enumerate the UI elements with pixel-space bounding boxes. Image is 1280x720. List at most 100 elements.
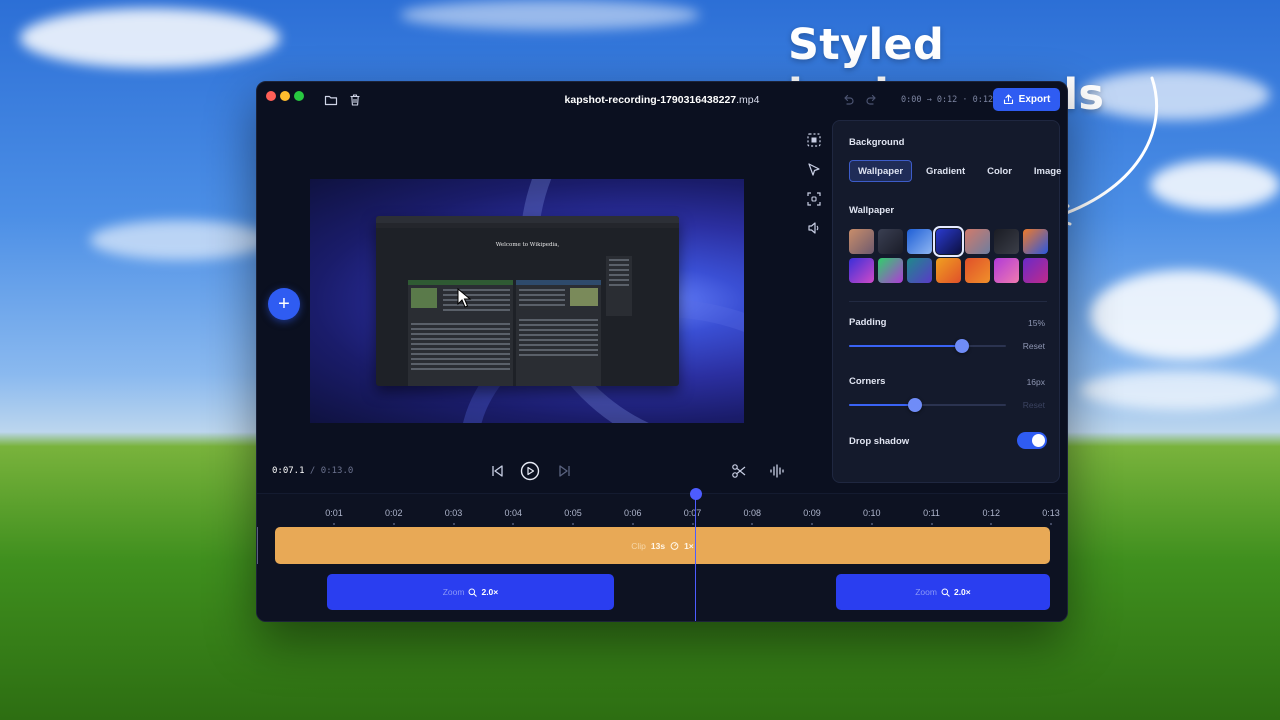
recorded-browser-address xyxy=(376,223,679,228)
wallpaper-swatch[interactable] xyxy=(907,229,932,254)
clip-duration: 13s xyxy=(650,540,666,551)
wallpaper-swatch[interactable] xyxy=(965,258,990,283)
timeline-tick-mark xyxy=(392,523,395,525)
timeline-tick-label: 0:06 xyxy=(623,508,642,518)
magnifier-icon xyxy=(468,588,478,597)
zoom-label: Zoom xyxy=(442,587,465,597)
timeline-tick-mark xyxy=(930,523,933,525)
timeline-tick-mark xyxy=(333,523,335,525)
timeline-tick-mark xyxy=(751,523,754,525)
wallpaper-swatch[interactable] xyxy=(849,258,874,283)
padding-reset-button[interactable]: Reset xyxy=(1023,341,1045,351)
playhead-line xyxy=(695,494,696,621)
zoom-value: 2.0× xyxy=(953,587,971,597)
focus-frame-icon[interactable] xyxy=(806,191,822,207)
tab-wallpaper[interactable]: Wallpaper xyxy=(849,160,913,182)
zoom-segment-1[interactable]: Zoom 2.0× xyxy=(327,574,614,610)
timeline-tick-label: 0:04 xyxy=(504,508,523,518)
title-bar: kapshot-recording-1790316438227.mp4 0:00… xyxy=(257,82,1067,118)
timeline-tick-label: 0:08 xyxy=(743,508,762,518)
skip-forward-icon[interactable] xyxy=(556,462,574,480)
wallpaper-swatch[interactable] xyxy=(878,258,903,283)
pointer-icon[interactable] xyxy=(806,162,822,178)
timeline-tick-label: 0:10 xyxy=(862,508,881,518)
drop-shadow-label: Drop shadow xyxy=(849,436,910,447)
recorded-text-block xyxy=(408,320,513,373)
corners-slider-thumb[interactable] xyxy=(907,398,922,412)
export-label: Export xyxy=(1018,94,1051,105)
magnifier-icon xyxy=(941,588,950,597)
timeline-tick-label: 0:07 xyxy=(683,508,702,518)
recorded-section-header xyxy=(408,280,513,285)
share-icon xyxy=(1003,94,1013,105)
wallpaper-swatch[interactable] xyxy=(936,258,961,283)
wallpaper-swatch[interactable] xyxy=(933,226,964,257)
clip-track[interactable]: Clip 13s 1× xyxy=(275,527,1050,564)
background-heading: Background xyxy=(849,137,905,148)
divider xyxy=(849,301,1047,302)
padding-slider[interactable] xyxy=(849,339,1006,353)
undo-icon[interactable] xyxy=(841,93,855,107)
corners-slider-fill xyxy=(849,404,915,406)
wallpaper-grid xyxy=(849,226,1048,283)
timeline-tick-label: 0:05 xyxy=(564,508,582,518)
corners-slider[interactable] xyxy=(849,398,1006,412)
export-button[interactable]: Export xyxy=(993,88,1060,111)
tab-image[interactable]: Image xyxy=(1026,160,1067,182)
app-window: kapshot-recording-1790316438227.mp4 0:00… xyxy=(256,81,1068,622)
recorded-browser-tabs xyxy=(376,216,679,223)
speed-gauge-icon xyxy=(670,542,679,550)
time-separator: / xyxy=(304,466,321,476)
timeline-tick-mark xyxy=(811,523,813,525)
tab-color[interactable]: Color xyxy=(979,160,1020,182)
video-preview: Welcome to Wikipedia, xyxy=(310,179,744,423)
timeline-tick-label: 0:03 xyxy=(444,508,463,518)
timeline-tick-mark xyxy=(512,523,515,525)
total-time: 0:13.0 xyxy=(320,466,354,476)
timeline[interactable]: 0:01 0:02 0:03 0:04 0:05 0:06 0:07 0:08 0:09 0:10… xyxy=(257,488,1067,621)
wallpaper-swatch[interactable] xyxy=(994,258,1019,283)
wallpaper-swatch[interactable] xyxy=(965,229,990,254)
wallpaper-swatch[interactable] xyxy=(994,229,1019,254)
recorded-text-block xyxy=(440,286,513,314)
clip-speed: 1× xyxy=(684,540,694,551)
corners-label: Corners xyxy=(849,376,886,387)
zoom-value: 2.0× xyxy=(481,587,499,597)
file-extension: .mp4 xyxy=(736,94,760,106)
zoom-label: Zoom xyxy=(915,587,937,597)
padding-slider-thumb[interactable] xyxy=(955,339,970,353)
padding-slider-fill xyxy=(849,345,963,347)
skip-back-icon[interactable] xyxy=(488,462,506,480)
waveform-icon[interactable] xyxy=(768,462,786,480)
add-button[interactable]: + xyxy=(268,288,300,320)
wallpaper-swatch[interactable] xyxy=(907,258,932,283)
timeline-tick-mark xyxy=(1050,523,1052,525)
redo-icon[interactable] xyxy=(865,93,879,107)
tab-gradient[interactable]: Gradient xyxy=(918,160,973,182)
recorded-section-header xyxy=(516,280,601,285)
timeline-tick-label: 0:12 xyxy=(982,508,1001,518)
timeline-tick-mark xyxy=(452,523,455,525)
mouse-cursor-icon xyxy=(457,288,472,308)
speaker-icon[interactable] xyxy=(806,220,822,236)
wallpaper-swatch[interactable] xyxy=(1023,229,1048,254)
crop-select-icon[interactable] xyxy=(806,132,822,148)
timeline-tick-label: 0:01 xyxy=(325,508,343,518)
scissors-icon[interactable] xyxy=(730,462,748,480)
corners-reset-button[interactable]: Reset xyxy=(1023,400,1045,410)
padding-label: Padding xyxy=(849,317,887,328)
timeline-tick-label: 0:09 xyxy=(803,508,821,518)
playhead-handle[interactable] xyxy=(690,488,702,500)
drop-shadow-toggle[interactable] xyxy=(1017,432,1047,449)
wallpaper-swatch[interactable] xyxy=(1023,258,1048,283)
timeline-tick-label: 0:13 xyxy=(1042,508,1060,518)
wallpaper-heading: Wallpaper xyxy=(849,205,895,216)
wallpaper-swatch[interactable] xyxy=(878,229,903,254)
recorded-screen: Welcome to Wikipedia, xyxy=(376,216,679,386)
track-marker xyxy=(257,527,258,564)
zoom-segment-2[interactable]: Zoom 2.0× xyxy=(836,574,1050,610)
timeline-tick-mark xyxy=(990,523,993,525)
play-button-icon[interactable] xyxy=(520,461,540,481)
wallpaper-swatch[interactable] xyxy=(849,229,874,254)
playback-time: 0:07.1 / 0:13.0 xyxy=(272,466,353,476)
